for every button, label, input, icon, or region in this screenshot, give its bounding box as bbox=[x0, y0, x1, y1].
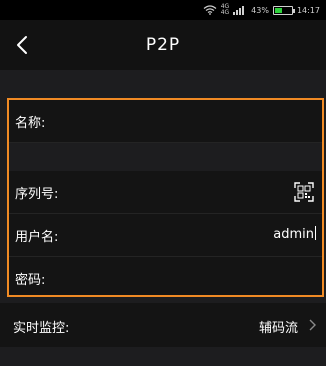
name-field-row[interactable]: 名称: bbox=[9, 100, 322, 143]
battery-icon bbox=[272, 5, 295, 15]
signal-bars-icon bbox=[233, 6, 245, 15]
username-label: 用户名: bbox=[15, 230, 59, 245]
username-field-row[interactable]: 用户名: admin bbox=[9, 214, 322, 257]
status-indicators: 4G 4G 43% 14:17 bbox=[203, 3, 320, 17]
realtime-monitor-row[interactable]: 实时监控: 辅码流 bbox=[0, 303, 326, 347]
username-input-wrap[interactable]: admin bbox=[273, 226, 316, 242]
chevron-right-icon bbox=[309, 319, 316, 331]
bottom-spacer bbox=[0, 347, 326, 366]
battery-fill bbox=[274, 7, 282, 13]
wifi-icon bbox=[203, 5, 217, 15]
clock: 14:17 bbox=[296, 5, 320, 15]
page-title: P2P bbox=[145, 35, 181, 55]
password-label: 密码: bbox=[15, 273, 46, 288]
password-field-row[interactable]: 密码: bbox=[9, 257, 322, 295]
username-input[interactable]: admin bbox=[273, 227, 314, 242]
qr-scan-icon[interactable] bbox=[294, 182, 314, 202]
name-label: 名称: bbox=[15, 116, 46, 131]
text-caret bbox=[315, 226, 316, 240]
battery-percent: 43% bbox=[251, 5, 269, 15]
nav-bar: P2P bbox=[0, 20, 326, 70]
realtime-monitor-label: 实时监控: bbox=[13, 321, 70, 336]
serial-label: 序列号: bbox=[15, 187, 59, 202]
signal-label-bottom: 4G bbox=[220, 9, 230, 16]
form-spacer bbox=[9, 143, 322, 171]
serial-field-row[interactable]: 序列号: bbox=[9, 171, 322, 214]
section-spacer bbox=[0, 70, 326, 98]
device-form-group: 名称: 序列号: 用户名: admin 密码: bbox=[7, 98, 324, 297]
signal-labels: 4G 4G bbox=[221, 4, 229, 16]
stream-type-value: 辅码流 bbox=[258, 321, 298, 336]
status-bar: 4G 4G 43% 14:17 bbox=[0, 0, 326, 20]
